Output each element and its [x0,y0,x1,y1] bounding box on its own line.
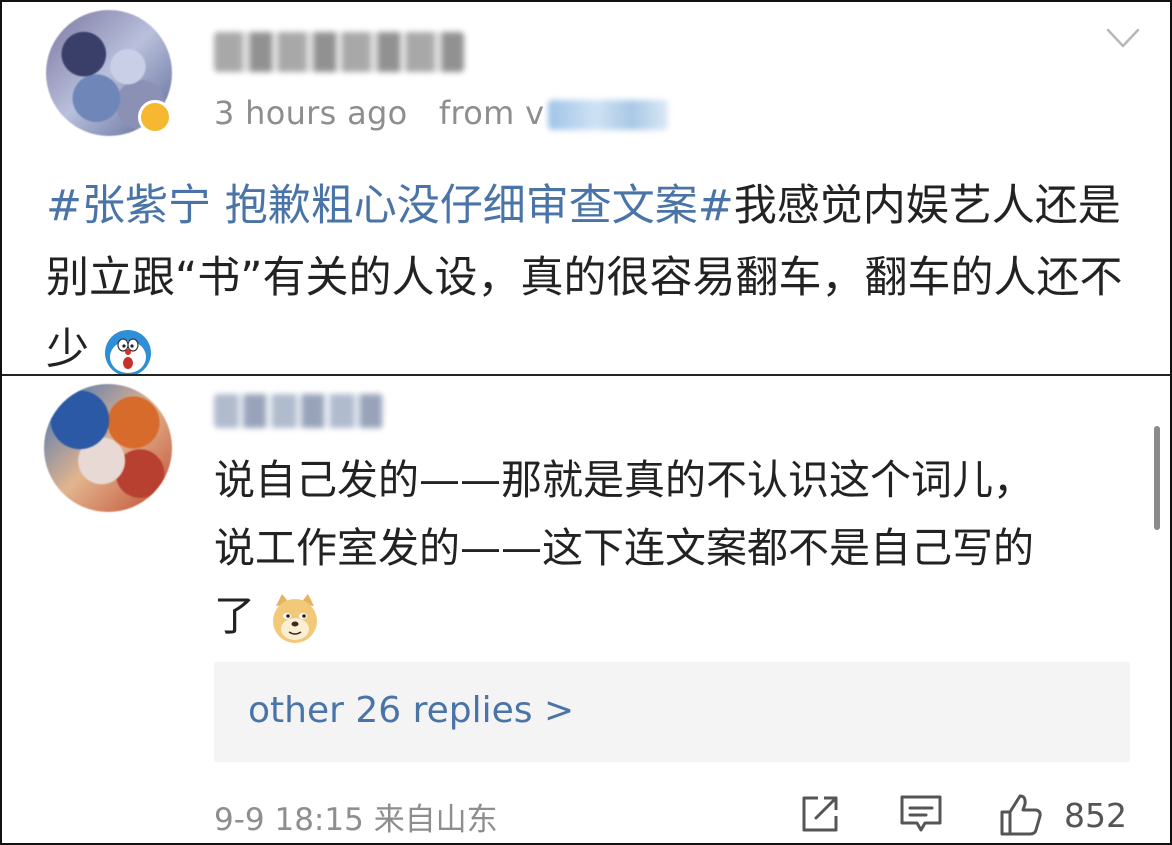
share-button[interactable] [798,792,842,836]
post-comment-divider [2,374,1170,376]
like-count: 852 [1064,795,1127,835]
post-source-blurred [548,100,669,130]
post-from-label: from [438,94,515,132]
share-icon [802,796,838,832]
view-replies-label[interactable]: other 26 replies > [248,690,574,731]
reply-button[interactable] [898,792,944,836]
view-replies-button[interactable]: other 26 replies > [214,662,1130,762]
post-source-partial: v [525,94,545,132]
like-button[interactable]: 852 [998,792,1127,838]
doge-emoji [273,594,318,643]
reply-icon [900,795,942,832]
doraemon-emoji [104,329,151,376]
post-meta: 3 hours ago from v [214,94,669,132]
comment-location: 来自山东 [373,802,498,838]
comment-author-name-blurred[interactable] [214,394,384,428]
scrollbar[interactable] [1154,426,1160,530]
post-time: 3 hours ago [214,94,408,132]
comment-line-3-text: 了 [214,592,255,640]
comment-date: 9-9 18:15 [214,802,364,838]
post-hashtag[interactable]: #张紫宁 抱歉粗心没仔细审查文案# [46,181,734,231]
weibo-screenshot: 3 hours ago from v #张紫宁 抱歉粗心没仔细审查文案#我感觉内… [0,0,1172,845]
post-body: #张紫宁 抱歉粗心没仔细审查文案#我感觉内娱艺人还是别立跟“书”有关的人设，真的… [46,170,1126,386]
comment-meta: 9-9 18:15 来自山东 [214,794,498,839]
comment-line-1: 说自己发的——那就是真的不认识这个词儿， [214,456,1034,504]
verified-badge-icon [138,100,172,134]
comment-author-avatar[interactable] [44,384,172,512]
chevron-down-icon[interactable] [1106,26,1140,50]
comment-line-2: 说工作室发的——这下连文案都不是自己写的 [214,524,1034,572]
post-card: 3 hours ago from v #张紫宁 抱歉粗心没仔细审查文案#我感觉内… [2,2,1170,376]
comment-body: 说自己发的——那就是真的不认识这个词儿， 说工作室发的——这下连文案都不是自己写… [214,446,1144,650]
like-icon [1000,794,1042,836]
comment-line-3: 了 [214,582,1144,650]
post-author-name-blurred[interactable] [214,32,464,72]
